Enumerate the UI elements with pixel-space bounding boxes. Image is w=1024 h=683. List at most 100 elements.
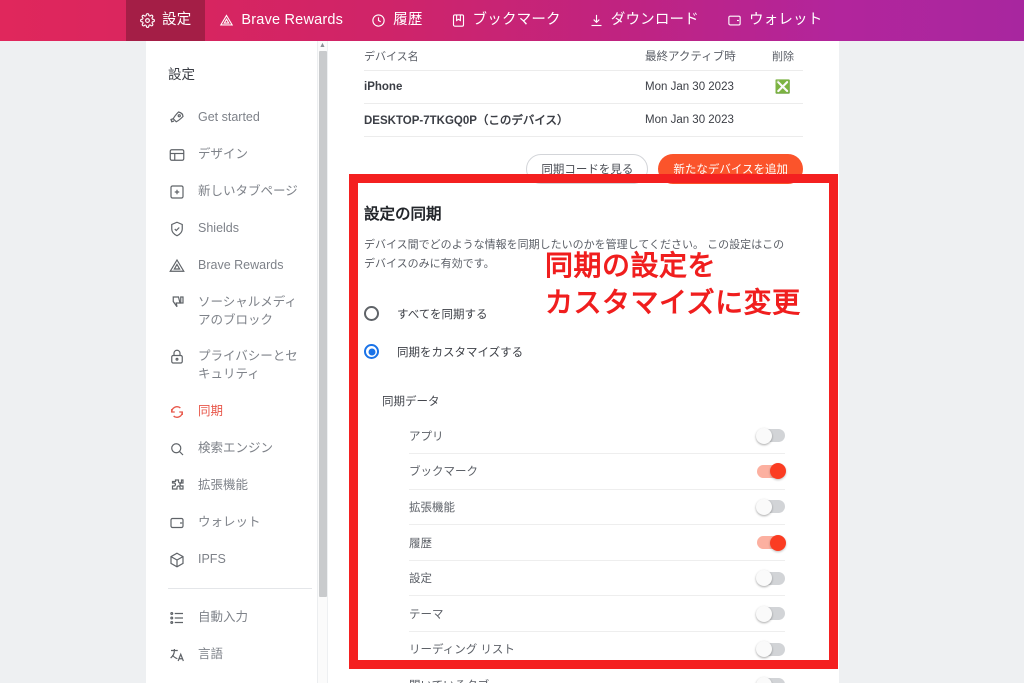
sidebar-item-languages[interactable]: 言語 xyxy=(146,636,326,673)
sync-settings-title: 設定の同期 xyxy=(364,206,442,223)
sidebar-item-search-engine[interactable]: 検索エンジン xyxy=(146,430,326,467)
triangle-icon xyxy=(168,257,186,275)
radio-button-customize-sync[interactable] xyxy=(364,344,379,359)
topbar-left-spacer xyxy=(0,0,126,41)
toggle-bookmarks[interactable] xyxy=(757,463,786,480)
toggle-history[interactable] xyxy=(757,534,786,551)
column-delete: 削除 xyxy=(772,50,794,63)
sync-settings-description: デバイス間でどのような情報を同期したいのかを管理してください。 この設定はこのデ… xyxy=(364,239,785,271)
autofill-icon xyxy=(168,609,186,627)
sidebar-label-autofill: 自動入力 xyxy=(198,609,249,624)
device-last-active-iphone: Mon Jan 30 2023 xyxy=(645,81,734,93)
device-name-desktop: DESKTOP-7TKGQ0P（このデバイス） xyxy=(364,115,569,127)
radio-option-customize-sync[interactable]: 同期をカスタマイズする xyxy=(364,333,803,371)
sidebar-item-wallet[interactable]: ウォレット xyxy=(146,504,326,541)
cube-icon xyxy=(168,551,186,569)
clock-icon xyxy=(371,13,386,28)
circle-x-icon[interactable]: ❎ xyxy=(775,79,791,94)
toggle-reading-list[interactable] xyxy=(756,641,785,658)
topnav-item-history[interactable]: 履歴 xyxy=(357,0,436,41)
toggle-themes[interactable] xyxy=(756,605,785,622)
sidebar-scrollbar[interactable]: ▲ xyxy=(317,41,327,683)
new-tab-icon xyxy=(168,183,186,201)
sidebar-item-get-started[interactable]: Get started xyxy=(146,99,326,136)
top-navigation-bar: 設定 Brave Rewards 履歴 ブックマーク ダウンロード ウォレット xyxy=(0,0,1024,41)
triangle-icon xyxy=(219,13,234,28)
list-item: ブックマーク xyxy=(409,454,786,490)
list-item: テーマ xyxy=(409,596,785,633)
device-name-iphone: iPhone xyxy=(364,81,403,93)
topnav-item-brave-rewards[interactable]: Brave Rewards xyxy=(205,0,357,41)
sidebar-item-extensions[interactable]: 拡張機能 xyxy=(146,467,326,504)
bookmark-icon xyxy=(451,13,466,28)
sidebar-label-ipfs: IPFS xyxy=(198,551,226,566)
appearance-icon xyxy=(168,146,186,164)
app-root: 設定 Brave Rewards 履歴 ブックマーク ダウンロード ウォレット … xyxy=(0,0,1024,683)
sidebar-label-extensions: 拡張機能 xyxy=(198,477,249,492)
device-last-active-desktop: Mon Jan 30 2023 xyxy=(645,114,734,126)
sidebar-label-privacy-security: プライバシーとセキュリティ xyxy=(198,349,298,382)
toggle-settings[interactable] xyxy=(756,570,785,587)
topnav-label-brave-rewards: Brave Rewards xyxy=(241,12,344,29)
sidebar-label-search-engine: 検索エンジン xyxy=(198,440,274,455)
search-icon xyxy=(168,440,186,458)
sidebar-label-sync: 同期 xyxy=(198,403,224,418)
toggle-label-history: 履歴 xyxy=(409,537,432,550)
lock-icon xyxy=(168,348,186,366)
sidebar-item-autofill[interactable]: 自動入力 xyxy=(146,599,326,636)
devices-table: デバイス名 最終アクティブ時 削除 iPhone Mon Jan 30 2023… xyxy=(328,41,839,137)
sync-settings-panel: 設定の同期 デバイス間でどのような情報を同期したいのかを管理してください。 この… xyxy=(328,184,839,683)
add-new-device-button[interactable]: 新たなデバイスを追加 xyxy=(658,154,803,184)
sidebar-item-social-blocking[interactable]: ソーシャルメディアのブロック xyxy=(146,284,326,338)
sidebar-item-sync[interactable]: 同期 xyxy=(146,393,326,430)
sidebar-item-brave-rewards[interactable]: Brave Rewards xyxy=(146,247,326,284)
toggle-label-settings: 設定 xyxy=(409,573,432,586)
sync-icon xyxy=(168,403,186,421)
radio-button-sync-everything[interactable] xyxy=(364,306,379,321)
toggle-label-extensions: 拡張機能 xyxy=(409,501,455,514)
wallet-icon xyxy=(727,13,742,28)
sidebar-title: 設定 xyxy=(168,67,195,82)
toggle-apps[interactable] xyxy=(756,427,785,444)
list-item: 履歴 xyxy=(409,525,786,561)
devices-table-header: デバイス名 最終アクティブ時 削除 xyxy=(364,41,803,71)
sidebar-item-new-tab-page[interactable]: 新しいタブページ xyxy=(146,173,326,210)
toggle-open-tabs[interactable] xyxy=(756,676,785,683)
topnav-item-bookmarks[interactable]: ブックマーク xyxy=(437,0,575,41)
toggle-extensions[interactable] xyxy=(756,498,785,515)
language-icon xyxy=(168,646,186,664)
scroll-up-arrow-icon[interactable]: ▲ xyxy=(318,41,327,51)
sidebar-item-privacy-security[interactable]: プライバシーとセキュリティ xyxy=(146,338,326,392)
topnav-item-settings[interactable]: 設定 xyxy=(126,0,206,41)
sidebar-item-downloads[interactable]: ダウンロード xyxy=(146,673,326,683)
sidebar-item-appearance[interactable]: デザイン xyxy=(146,136,326,173)
device-delete-cell-iphone: ❎ xyxy=(763,79,803,95)
radio-option-sync-everything[interactable]: すべてを同期する xyxy=(364,295,803,333)
puzzle-icon xyxy=(168,477,186,495)
toggle-label-reading-list: リーディング リスト xyxy=(409,644,515,657)
view-sync-code-button[interactable]: 同期コードを見る xyxy=(526,154,649,184)
sidebar-label-get-started: Get started xyxy=(198,110,260,124)
sidebar-label-wallet: ウォレット xyxy=(198,514,261,529)
radio-label-sync-everything: すべてを同期する xyxy=(397,308,488,321)
gear-icon xyxy=(140,13,155,28)
sidebar-item-ipfs[interactable]: IPFS xyxy=(146,541,326,578)
sidebar-item-shields[interactable]: Shields xyxy=(146,210,326,247)
topnav-item-wallet[interactable]: ウォレット xyxy=(713,0,837,41)
topnav-label-history: 履歴 xyxy=(393,12,423,29)
download-icon xyxy=(589,13,604,28)
list-item: 設定 xyxy=(409,561,785,597)
sidebar-scrollbar-thumb[interactable] xyxy=(319,51,327,597)
thumbs-down-icon xyxy=(168,294,186,312)
topnav-item-downloads[interactable]: ダウンロード xyxy=(575,0,713,41)
table-row: iPhone Mon Jan 30 2023 ❎ xyxy=(364,71,803,104)
list-item: リーディング リスト xyxy=(409,632,785,668)
settings-content: デバイス名 最終アクティブ時 削除 iPhone Mon Jan 30 2023… xyxy=(328,41,839,683)
sidebar-divider xyxy=(168,587,312,589)
rocket-icon xyxy=(168,109,186,127)
devices-action-row: 同期コードを見る 新たなデバイスを追加 xyxy=(328,137,839,184)
sidebar-label-social-blocking: ソーシャルメディアのブロック xyxy=(198,295,297,328)
shield-icon xyxy=(168,220,186,238)
settings-sidebar: 設定 Get started デザイン 新しいタブページ Shields Bra… xyxy=(146,41,327,683)
toggle-label-open-tabs: 開いているタブ xyxy=(409,677,489,683)
